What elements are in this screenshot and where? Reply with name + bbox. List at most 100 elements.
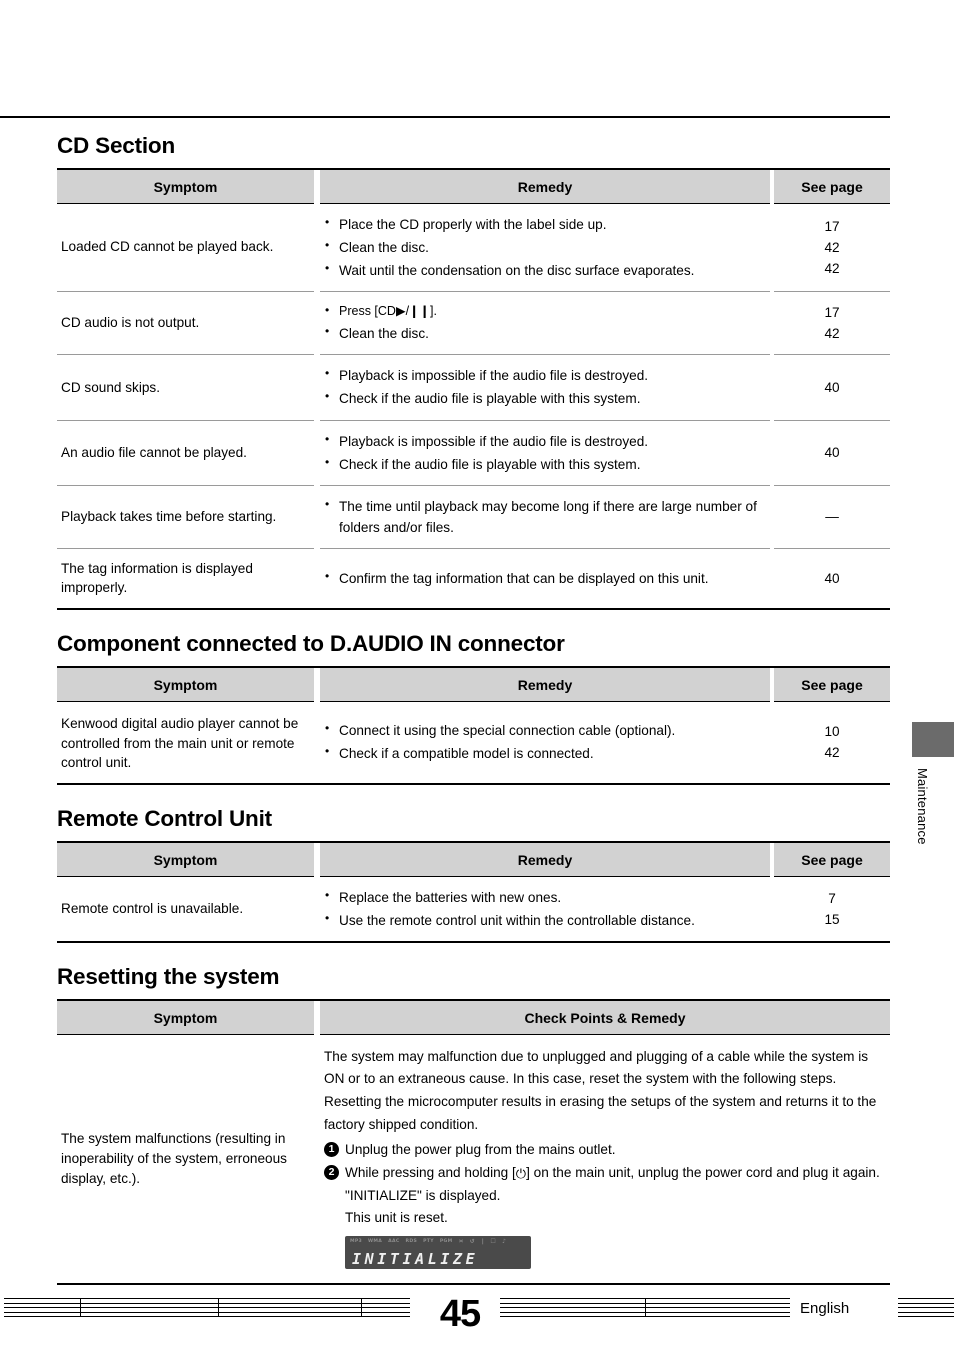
section-title-cd: CD Section: [57, 133, 176, 158]
step-2-text-after: ] on the main unit, unplug the power cor…: [526, 1164, 880, 1180]
cell-see-page: 17 42: [774, 291, 890, 356]
page-ref-list: 17 42 42: [778, 216, 886, 279]
page-ref: 7: [828, 890, 836, 906]
lcd-indicator-pty: PTY: [423, 1239, 434, 1245]
cell-see-page: 7 15: [774, 876, 890, 942]
cell-symptom: The tag information is displayed imprope…: [61, 560, 253, 596]
column-header-see-page: See page: [774, 841, 890, 877]
cell-symptom: Remote control is unavailable.: [61, 900, 244, 916]
cell-remedy: Replace the batteries with new ones. Use…: [320, 876, 770, 942]
page-ref: 17: [824, 305, 840, 321]
cell-see-page: 40: [824, 570, 840, 586]
remedy-list: Replace the batteries with new ones. Use…: [324, 886, 766, 931]
manual-page: CD Section Symptom Remedy See page Loade…: [0, 0, 954, 1354]
remedy-list: Confirm the tag information that can be …: [324, 567, 766, 589]
table-row: Loaded CD cannot be played back. Place t…: [57, 203, 890, 292]
list-item: Wait until the condensation on the disc …: [324, 259, 766, 281]
page-ref: 42: [824, 326, 840, 342]
footer-rule-group-right: [898, 1298, 954, 1318]
table-header-row: Symptom Remedy See page: [57, 841, 890, 877]
cell-check-points: The system may malfunction due to unplug…: [320, 1034, 890, 1284]
page-ref: 10: [824, 724, 840, 740]
cell-symptom: An audio file cannot be played.: [57, 420, 314, 486]
page-ref: 17: [824, 218, 840, 234]
cell-see-page: —: [774, 485, 890, 549]
reset-intro-paragraph: The system may malfunction due to unplug…: [324, 1048, 877, 1133]
cell-remedy: Confirm the tag information that can be …: [320, 548, 770, 609]
table-row: Kenwood digital audio player cannot be c…: [57, 701, 890, 785]
lcd-indicator-row: MP3 WMA AAC RDS PTY PGM ≍ ↺ ∣ ☐ ♪: [350, 1238, 527, 1246]
column-header-symptom: Symptom: [57, 841, 314, 877]
cell-symptom: Kenwood digital audio player cannot be c…: [61, 715, 299, 771]
list-item: Check if the audio file is playable with…: [324, 453, 766, 475]
cell-remedy: The time until playback may become long …: [320, 485, 770, 549]
lcd-indicator-aac: AAC: [388, 1239, 400, 1245]
list-item: Confirm the tag information that can be …: [324, 567, 766, 589]
footer-rule-group-middle: [500, 1298, 790, 1318]
cell-symptom: CD audio is not output.: [57, 291, 314, 356]
bar-icon: ∣: [481, 1238, 485, 1246]
remedy-list: Playback is impossible if the audio file…: [324, 364, 766, 409]
reset-instructions: The system may malfunction due to unplug…: [324, 1046, 886, 1270]
page-content: CD Section Symptom Remedy See page Loade…: [57, 133, 890, 1286]
list-item: Playback is impossible if the audio file…: [324, 364, 766, 386]
reset-step-2: 2 While pressing and holding [⏻] on the m…: [324, 1162, 886, 1185]
cell-see-page: 10 42: [774, 701, 890, 784]
table-reset-section: Symptom Check Points & Remedy The system…: [57, 998, 890, 1286]
page-number: 45: [439, 1293, 481, 1335]
cell-symptom: Playback takes time before starting.: [57, 485, 314, 549]
table-row: CD sound skips. Playback is impossible i…: [57, 354, 890, 421]
table-header-row: Symptom Remedy See page: [57, 168, 890, 204]
folder-icon: ☐: [490, 1238, 497, 1246]
column-header-remedy: Remedy: [320, 841, 770, 877]
lcd-indicator-wma: WMA: [368, 1239, 383, 1245]
cell-symptom: CD sound skips.: [57, 354, 314, 421]
table-row: The system malfunctions (resulting in in…: [57, 1034, 890, 1285]
side-tab-marker: [912, 722, 954, 757]
table-header-row: Symptom Check Points & Remedy: [57, 999, 890, 1035]
step-2-text-before: While pressing and holding [: [345, 1164, 516, 1180]
table-daudio-section: Symptom Remedy See page Kenwood digital …: [57, 665, 890, 786]
footer-rule-group-left: [4, 1298, 410, 1318]
reset-steps: 1 Unplug the power plug from the mains ou…: [324, 1139, 886, 1185]
step-number-1-icon: 1: [324, 1142, 339, 1158]
list-item: Connect it using the special connection …: [324, 719, 766, 741]
remedy-list: The time until playback may become long …: [324, 495, 766, 538]
list-item: Clean the disc.: [324, 322, 766, 344]
column-header-check-points: Check Points & Remedy: [320, 999, 890, 1035]
note-icon: ♪: [502, 1238, 507, 1246]
cell-symptom: The system malfunctions (resulting in in…: [61, 1131, 287, 1186]
cell-symptom: Loaded CD cannot be played back.: [57, 203, 314, 292]
cell-see-page: 40: [774, 354, 890, 421]
lcd-indicator-pgm: PGM: [439, 1239, 453, 1245]
repeat-icon: ↺: [469, 1238, 476, 1246]
cell-remedy: Press [CD▶/❙❙]. Clean the disc.: [320, 291, 770, 356]
cell-remedy: Playback is impossible if the audio file…: [320, 354, 770, 421]
table-remote-section: Symptom Remedy See page Remote control i…: [57, 840, 890, 943]
column-header-see-page: See page: [774, 666, 890, 702]
lcd-display-text: INITIALIZE: [352, 1250, 479, 1269]
list-item: Check if the audio file is playable with…: [324, 387, 766, 409]
section-title-daudio: Component connected to D.AUDIO IN connec…: [57, 631, 565, 657]
table-row: An audio file cannot be played. Playback…: [57, 420, 890, 486]
list-item: The time until playback may become long …: [324, 495, 766, 538]
remedy-list: Place the CD properly with the label sid…: [324, 213, 766, 281]
page-ref: 42: [824, 239, 840, 255]
column-header-remedy: Remedy: [320, 168, 770, 204]
page-ref: 42: [824, 260, 840, 276]
list-item: Clean the disc.: [324, 236, 766, 258]
table-cd-section: Symptom Remedy See page Loaded CD cannot…: [57, 167, 890, 611]
cell-remedy: Place the CD properly with the label sid…: [320, 203, 770, 292]
list-item: Place the CD properly with the label sid…: [324, 213, 766, 235]
column-header-symptom: Symptom: [57, 999, 314, 1035]
column-header-see-page: See page: [774, 168, 890, 204]
column-header-remedy: Remedy: [320, 666, 770, 702]
list-item: Check if a compatible model is connected…: [324, 742, 766, 764]
list-item: Replace the batteries with new ones.: [324, 886, 766, 908]
page-ref-list: 10 42: [778, 721, 886, 763]
shuffle-icon: ≍: [458, 1238, 464, 1246]
side-tab-label: Maintenance: [915, 768, 930, 845]
